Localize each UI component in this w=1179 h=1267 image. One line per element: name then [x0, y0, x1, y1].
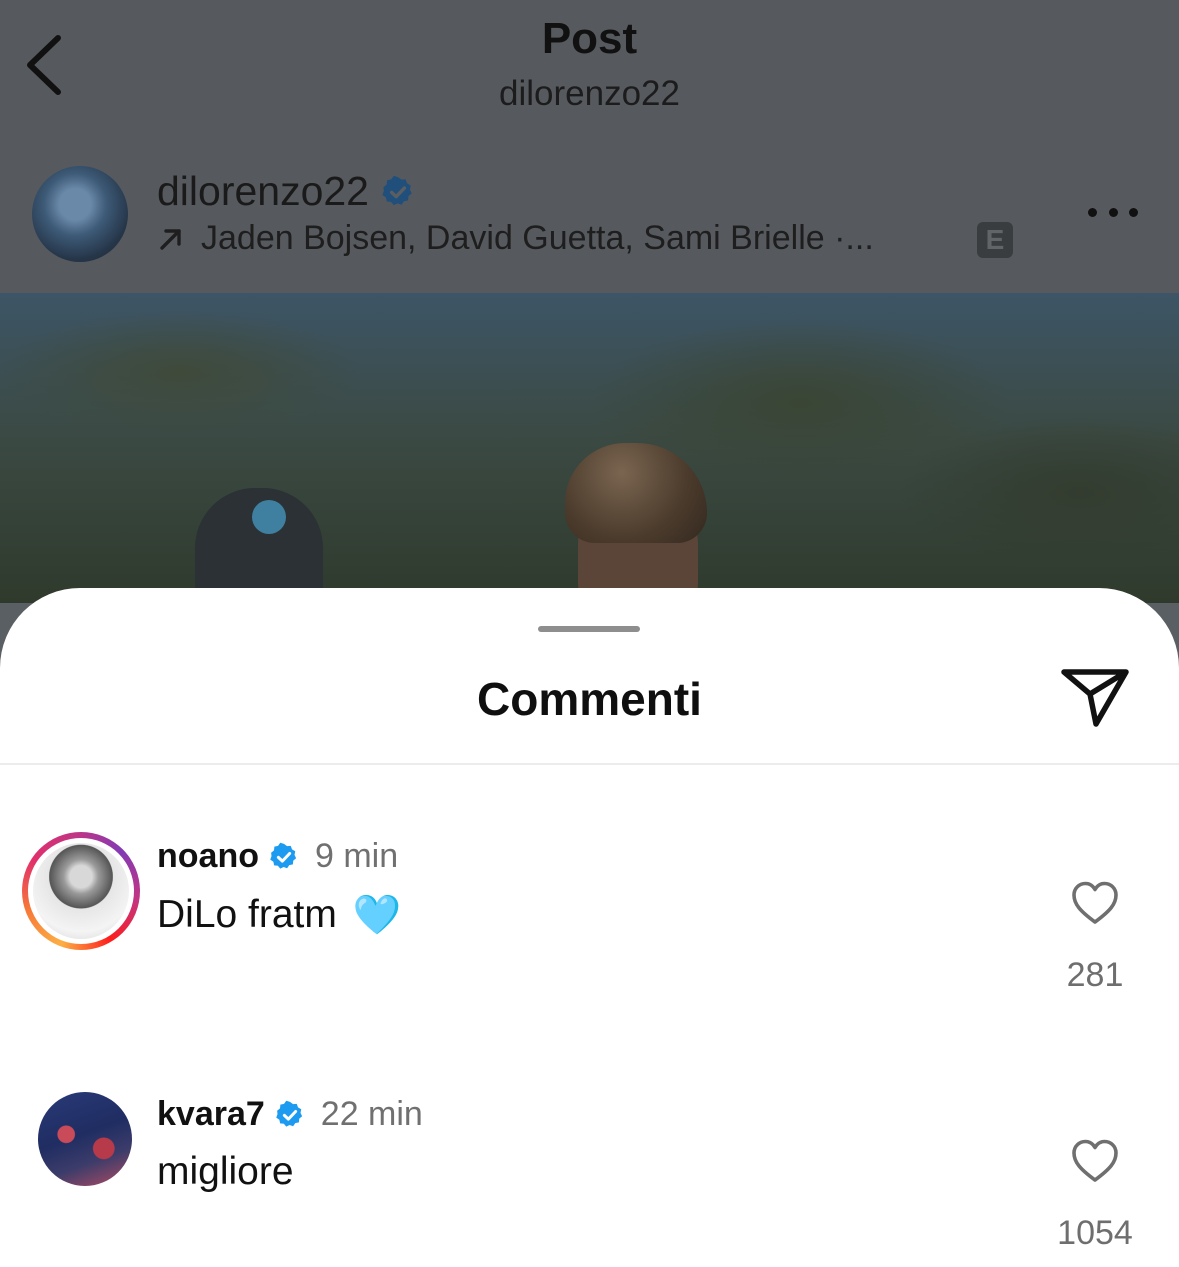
page-subtitle: dilorenzo22 — [499, 74, 680, 113]
commenter-avatar — [33, 843, 129, 939]
owner-username[interactable]: dilorenzo22 — [157, 168, 369, 215]
sheet-divider — [0, 763, 1179, 765]
owner-avatar[interactable] — [32, 166, 128, 262]
comment-username[interactable]: noano — [157, 837, 259, 876]
comment-header: kvara7 22 min — [157, 1095, 423, 1134]
comment-text: DiLo fratm — [157, 893, 337, 936]
comments-sheet: Commenti noano 9 min DiLo fratm 🩵 281 kv… — [0, 588, 1179, 1267]
like-count: 281 — [1066, 956, 1124, 994]
photo-cap-logo — [252, 500, 286, 534]
comment-time: 9 min — [314, 837, 399, 875]
sheet-grabber[interactable] — [538, 626, 640, 632]
like-heart-icon[interactable] — [1070, 880, 1120, 926]
page-title: Post — [541, 14, 638, 63]
comment-username[interactable]: kvara7 — [157, 1095, 265, 1134]
owner-name-row[interactable]: dilorenzo22 — [157, 168, 415, 215]
comment-header: noano 9 min — [157, 837, 398, 876]
more-icon[interactable] — [1088, 200, 1138, 224]
explicit-badge: E — [977, 222, 1013, 258]
collaborators-line[interactable]: Jaden Bojsen, David Guetta, Sami Brielle… — [157, 219, 874, 258]
like-heart-icon[interactable] — [1070, 1138, 1120, 1184]
verified-icon — [382, 175, 412, 205]
comment-text: migliore — [157, 1150, 294, 1193]
like-count: 1054 — [1057, 1214, 1133, 1252]
comment-time: 22 min — [320, 1095, 423, 1133]
comment-text-row: migliore — [157, 1150, 294, 1194]
comment-text-row: DiLo fratm 🩵 — [157, 892, 401, 938]
arrow-up-right-icon — [160, 228, 181, 250]
commenter-avatar-story-ring[interactable] — [22, 832, 140, 950]
post-image — [0, 293, 1179, 603]
post-header: Post dilorenzo22 dilorenzo22 Jaden Bojse… — [0, 0, 1179, 293]
sheet-title: Commenti — [477, 673, 702, 725]
photo-player-hair — [565, 443, 707, 543]
collaborators-text: Jaden Bojsen, David Guetta, Sami Brielle… — [201, 219, 874, 257]
verified-icon — [270, 842, 297, 869]
send-icon[interactable] — [1058, 664, 1132, 730]
verified-icon — [276, 1100, 302, 1127]
light-blue-heart-emoji: 🩵 — [352, 894, 402, 937]
commenter-avatar[interactable] — [38, 1092, 132, 1186]
